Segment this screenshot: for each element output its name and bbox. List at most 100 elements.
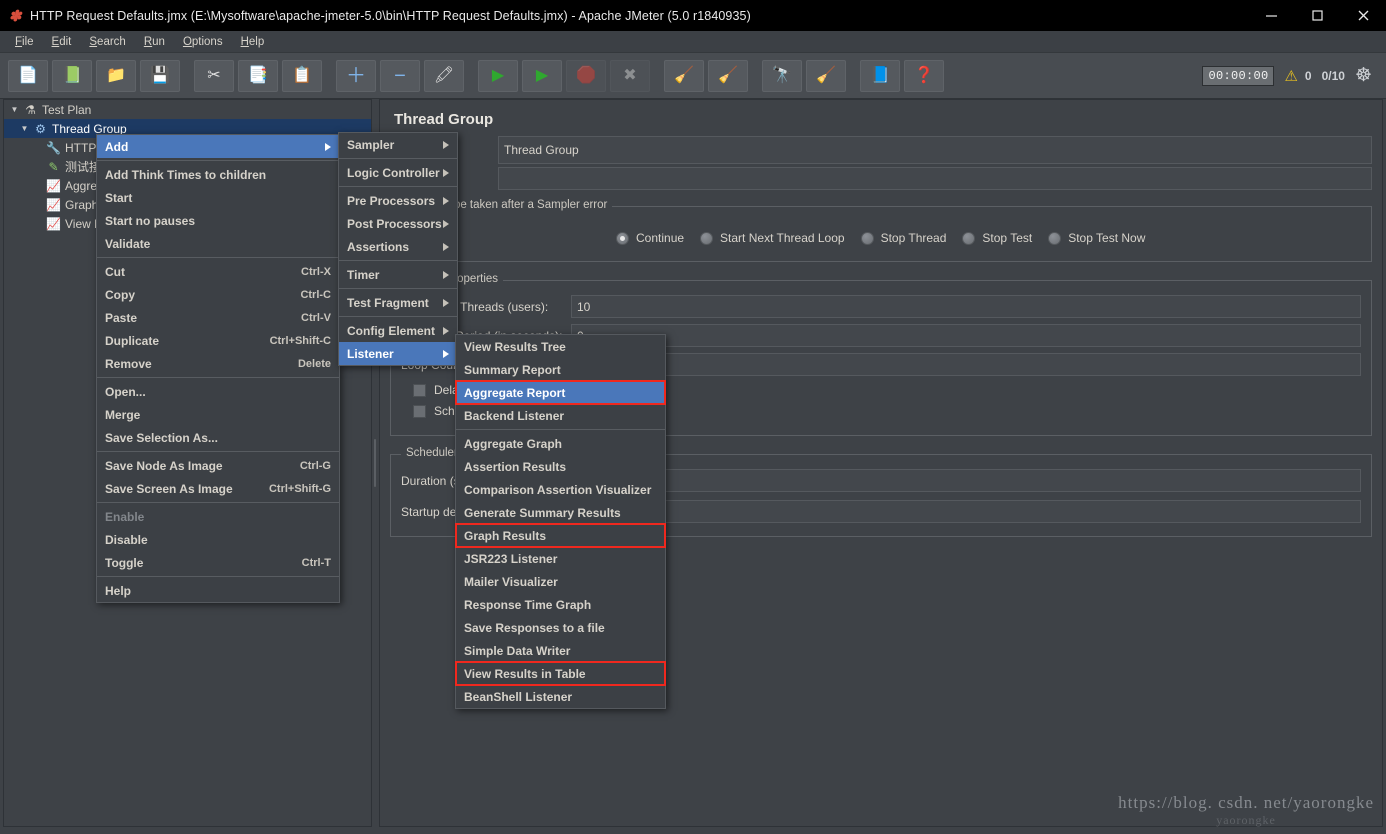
context-menu-item-start-no-pauses[interactable]: Start no pauses	[97, 209, 339, 232]
chevron-right-icon	[443, 327, 449, 335]
context-menu-item-toggle[interactable]: Toggle Ctrl-T	[97, 551, 339, 574]
menu-options[interactable]: Options	[174, 34, 232, 50]
checkbox-icon[interactable]	[413, 384, 426, 397]
menu-file[interactable]: File	[6, 34, 43, 50]
context-menu-item-duplicate[interactable]: Duplicate Ctrl+Shift-C	[97, 329, 339, 352]
new-button[interactable]: 📄	[8, 60, 48, 92]
warning-indicator[interactable]: ⚠ 0	[1284, 67, 1311, 85]
radio-stop-thread[interactable]: Stop Thread	[861, 231, 947, 245]
tree-item-test-plan[interactable]: ▼ ⚗ Test Plan	[4, 100, 371, 119]
thread-group-icon: ⚙	[31, 122, 50, 136]
close-button[interactable]	[1340, 0, 1386, 31]
add-submenu-item-assertions[interactable]: Assertions	[339, 235, 457, 258]
duration-input[interactable]	[561, 469, 1361, 492]
context-menu-item-save-selection-as[interactable]: Save Selection As...	[97, 426, 339, 449]
save-button[interactable]: 💾	[140, 60, 180, 92]
shutdown-button: ✖	[610, 60, 650, 92]
menu-separator	[339, 186, 457, 187]
listener-item-view-results-in-table[interactable]: View Results in Table	[456, 662, 665, 685]
listener-item-simple-data-writer[interactable]: Simple Data Writer	[456, 639, 665, 662]
listener-item-save-responses-to-a-file[interactable]: Save Responses to a file	[456, 616, 665, 639]
search-button[interactable]: 🔭	[762, 60, 802, 92]
clear-all-button[interactable]: 🧹	[708, 60, 748, 92]
context-menu-item-copy[interactable]: Copy Ctrl-C	[97, 283, 339, 306]
paste-button[interactable]: 📋	[282, 60, 322, 92]
menu-item-accelerator: Ctrl-T	[276, 557, 331, 569]
templates-button[interactable]: 📗	[52, 60, 92, 92]
radio-continue[interactable]: Continue	[616, 231, 684, 245]
context-menu-item-open[interactable]: Open...	[97, 380, 339, 403]
copy-button[interactable]: 📑	[238, 60, 278, 92]
menu-edit[interactable]: Edit	[43, 34, 81, 50]
comments-input[interactable]	[498, 167, 1372, 190]
startup-delay-input[interactable]	[561, 500, 1361, 523]
add-submenu-item-listener[interactable]: Listener	[339, 342, 457, 365]
reset-search-button[interactable]: 🧹	[806, 60, 846, 92]
context-menu-item-help[interactable]: Help	[97, 579, 339, 602]
cut-button[interactable]: ✂	[194, 60, 234, 92]
listener-item-backend-listener[interactable]: Backend Listener	[456, 404, 665, 427]
context-menu-item-paste[interactable]: Paste Ctrl-V	[97, 306, 339, 329]
expand-all-button[interactable]: ＋	[336, 60, 376, 92]
toggle-button[interactable]: 🖍	[424, 60, 464, 92]
clear-button[interactable]: 🧹	[664, 60, 704, 92]
rampup-input[interactable]: 0	[571, 324, 1361, 347]
menu-item-label: Save Screen As Image	[105, 482, 233, 496]
start-no-pauses-button[interactable]: ▶	[522, 60, 562, 92]
function-helper-button[interactable]: 📘	[860, 60, 900, 92]
menu-item-label: Aggregate Report	[464, 386, 565, 400]
add-submenu-item-config-element[interactable]: Config Element	[339, 319, 457, 342]
context-menu-item-disable[interactable]: Disable	[97, 528, 339, 551]
context-menu-item-save-screen-as-image[interactable]: Save Screen As Image Ctrl+Shift-G	[97, 477, 339, 500]
menu-search[interactable]: Search	[80, 34, 134, 50]
checkbox-icon[interactable]	[413, 405, 426, 418]
expand-twisty-icon[interactable]: ▼	[18, 124, 31, 133]
collapse-all-button[interactable]: −	[380, 60, 420, 92]
listener-item-jsr223-listener[interactable]: JSR223 Listener	[456, 547, 665, 570]
threads-input[interactable]: 10	[571, 295, 1361, 318]
loopcount-input[interactable]: 1	[571, 353, 1361, 376]
add-submenu-item-pre-processors[interactable]: Pre Processors	[339, 189, 457, 212]
open-button[interactable]: 📁	[96, 60, 136, 92]
add-submenu-item-logic-controller[interactable]: Logic Controller	[339, 161, 457, 184]
context-menu-item-remove[interactable]: Remove Delete	[97, 352, 339, 375]
radio-stop-test[interactable]: Stop Test	[962, 231, 1032, 245]
chevron-right-icon	[325, 143, 331, 151]
menu-item-label: Duplicate	[105, 334, 159, 348]
add-submenu-item-post-processors[interactable]: Post Processors	[339, 212, 457, 235]
listener-item-response-time-graph[interactable]: Response Time Graph	[456, 593, 665, 616]
remote-engines-icon[interactable]: ☸	[1355, 66, 1372, 85]
listener-item-generate-summary-results[interactable]: Generate Summary Results	[456, 501, 665, 524]
start-button[interactable]: ▶	[478, 60, 518, 92]
context-menu-item-merge[interactable]: Merge	[97, 403, 339, 426]
listener-item-view-results-tree[interactable]: View Results Tree	[456, 335, 665, 358]
expand-twisty-icon[interactable]: ▼	[8, 105, 21, 114]
menu-item-accelerator: Delete	[272, 358, 331, 370]
context-menu-item-start[interactable]: Start	[97, 186, 339, 209]
menu-help[interactable]: Help	[232, 34, 274, 50]
menu-run[interactable]: Run	[135, 34, 174, 50]
menu-item-label: Simple Data Writer	[464, 644, 570, 658]
context-menu-item-add-think-times[interactable]: Add Think Times to children	[97, 163, 339, 186]
listener-item-summary-report[interactable]: Summary Report	[456, 358, 665, 381]
listener-item-graph-results[interactable]: Graph Results	[456, 524, 665, 547]
maximize-button[interactable]	[1294, 0, 1340, 31]
radio-start-next-thread-loop[interactable]: Start Next Thread Loop	[700, 231, 845, 245]
add-submenu-item-test-fragment[interactable]: Test Fragment	[339, 291, 457, 314]
listener-item-mailer-visualizer[interactable]: Mailer Visualizer	[456, 570, 665, 593]
minimize-button[interactable]	[1248, 0, 1294, 31]
add-submenu-item-sampler[interactable]: Sampler	[339, 133, 457, 156]
add-submenu-item-timer[interactable]: Timer	[339, 263, 457, 286]
context-menu-item-validate[interactable]: Validate	[97, 232, 339, 255]
context-menu-item-add[interactable]: Add	[97, 135, 339, 158]
listener-item-assertion-results[interactable]: Assertion Results	[456, 455, 665, 478]
context-menu-item-cut[interactable]: Cut Ctrl-X	[97, 260, 339, 283]
listener-item-aggregate-graph[interactable]: Aggregate Graph	[456, 432, 665, 455]
help-button[interactable]: ❓	[904, 60, 944, 92]
radio-stop-test-now[interactable]: Stop Test Now	[1048, 231, 1145, 245]
listener-item-comparison-assertion-visualizer[interactable]: Comparison Assertion Visualizer	[456, 478, 665, 501]
context-menu-item-save-node-as-image[interactable]: Save Node As Image Ctrl-G	[97, 454, 339, 477]
name-input[interactable]: Thread Group	[498, 136, 1372, 164]
listener-item-aggregate-report[interactable]: Aggregate Report	[456, 381, 665, 404]
listener-item-beanshell-listener[interactable]: BeanShell Listener	[456, 685, 665, 708]
